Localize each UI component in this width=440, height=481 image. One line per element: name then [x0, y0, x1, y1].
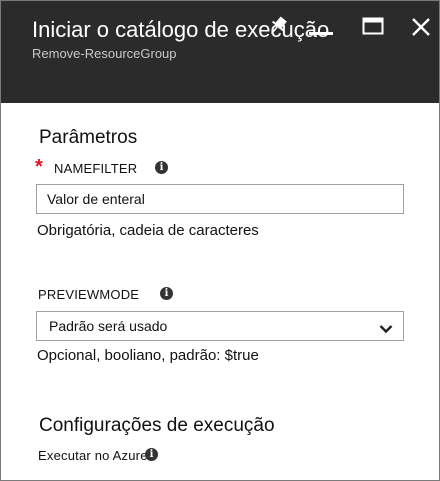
namefilter-help-text: Obrigatória, cadeia de caracteres [37, 222, 259, 239]
blade-header: Iniciar o catálogo de execução Remove-Re… [1, 1, 439, 103]
maximize-icon[interactable] [361, 15, 387, 37]
previewmode-selected-value: Padrão será usado [49, 318, 168, 334]
close-icon[interactable] [409, 15, 433, 39]
run-settings-section-title: Configurações de execução [39, 415, 275, 436]
pin-icon[interactable] [263, 15, 293, 37]
info-icon[interactable]: i [145, 448, 158, 461]
previewmode-help-text: Opcional, booliano, padrão: $true [37, 347, 259, 364]
namefilter-label: NAMEFILTER [54, 161, 138, 176]
previewmode-label: PREVIEWMODE [38, 287, 140, 302]
info-icon[interactable]: i [155, 161, 168, 174]
previewmode-select[interactable]: Padrão será usado [36, 311, 404, 341]
run-on-label: Executar no Azure [38, 448, 148, 463]
blade-subtitle: Remove-ResourceGroup [32, 46, 177, 61]
chevron-down-icon [379, 321, 393, 334]
blade: Iniciar o catálogo de execução Remove-Re… [0, 0, 440, 481]
info-icon[interactable]: i [160, 287, 173, 300]
parameters-section-title: Parâmetros [39, 127, 138, 148]
minimize-icon[interactable] [307, 15, 335, 37]
namefilter-input[interactable] [36, 184, 404, 214]
required-marker: * [35, 156, 43, 178]
